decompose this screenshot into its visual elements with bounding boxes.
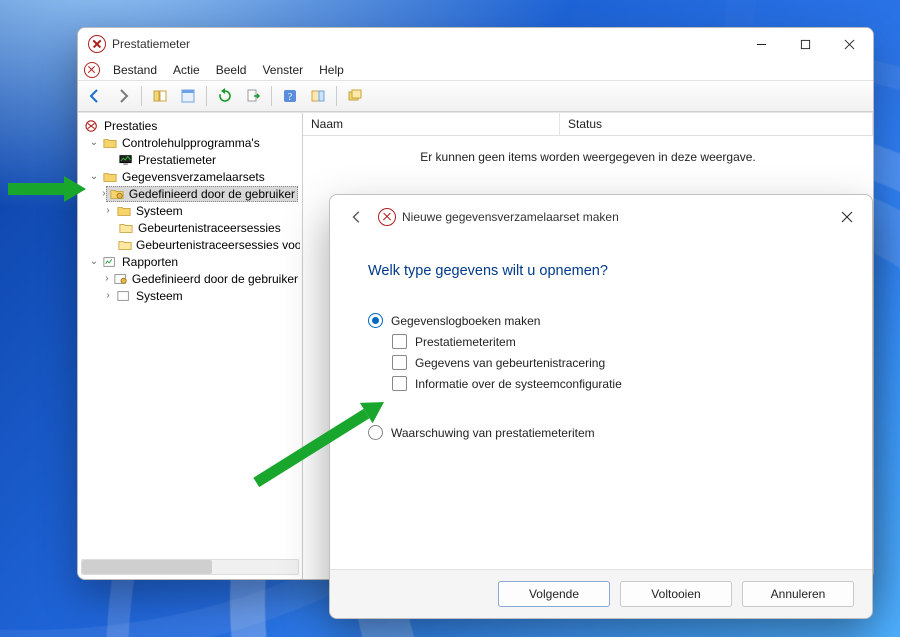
wizard-title: Nieuwe gegevensverzamelaarset maken: [402, 210, 619, 224]
checkbox-eventtrace[interactable]: Gegevens van gebeurtenistracering: [392, 355, 844, 370]
titlebar[interactable]: Prestatiemeter: [78, 28, 873, 60]
new-window-button[interactable]: [342, 84, 368, 108]
wizard-app-icon: [378, 208, 396, 226]
folder-user-icon: [109, 187, 125, 201]
folder-system-icon: [116, 204, 132, 218]
minimize-button[interactable]: [739, 29, 783, 59]
wizard-question: Welk type gegevens wilt u opnemen?: [368, 263, 844, 279]
list-header: Naam Status: [303, 113, 873, 136]
checkbox-icon: [392, 334, 407, 349]
app-icon: [88, 35, 106, 53]
chevron-right-icon[interactable]: ›: [102, 274, 112, 284]
reports-user-icon: [114, 272, 128, 286]
next-button[interactable]: Volgende: [498, 581, 610, 607]
folder-icon: [102, 170, 118, 184]
radio-datalogs[interactable]: Gegevenslogboeken maken: [368, 313, 844, 328]
nav-back-button[interactable]: [82, 84, 108, 108]
tree-reports[interactable]: Rapporten: [122, 255, 178, 269]
chevron-right-icon[interactable]: ›: [102, 291, 114, 301]
close-button[interactable]: [827, 29, 871, 59]
wizard-titlebar[interactable]: Nieuwe gegevensverzamelaarset maken: [330, 195, 872, 239]
wizard-close-button[interactable]: [828, 202, 866, 232]
list-empty-message: Er kunnen geen items worden weergegeven …: [303, 150, 873, 164]
tree-dcs[interactable]: Gegevensverzamelaarsets: [122, 170, 265, 184]
svg-text:?: ?: [288, 92, 293, 103]
radio-icon: [368, 425, 383, 440]
checkbox-icon: [392, 376, 407, 391]
wizard-body: Welk type gegevens wilt u opnemen? Gegev…: [330, 239, 872, 569]
chevron-right-icon[interactable]: ›: [102, 206, 114, 216]
checkbox-perfcounter[interactable]: Prestatiemeteritem: [392, 334, 844, 349]
column-status[interactable]: Status: [560, 113, 873, 135]
menu-window[interactable]: Venster: [255, 62, 310, 78]
nav-forward-button[interactable]: [110, 84, 136, 108]
chevron-down-icon[interactable]: ⌄: [88, 138, 100, 148]
tree-tools[interactable]: Controlehulpprogramma's: [122, 136, 260, 150]
window-title: Prestatiemeter: [112, 37, 190, 51]
horizontal-scrollbar[interactable]: [81, 559, 299, 575]
action-pane-button[interactable]: [305, 84, 331, 108]
wizard-back-button[interactable]: [344, 204, 370, 230]
radio-alert[interactable]: Waarschuwing van prestatiemeteritem: [368, 425, 844, 440]
toolbar: ?: [78, 81, 873, 112]
checkbox-perfcounter-label: Prestatiemeteritem: [415, 335, 516, 349]
tree-tools-perfmon[interactable]: Prestatiemeter: [138, 153, 216, 167]
tree[interactable]: Prestaties ⌄ Controlehulpprogramma's Pre…: [80, 115, 300, 577]
tree-dcs-user[interactable]: Gedefinieerd door de gebruiker: [129, 187, 295, 201]
tree-dcs-system[interactable]: Systeem: [136, 204, 183, 218]
trace-startup-icon: [118, 238, 132, 252]
tree-reports-user[interactable]: Gedefinieerd door de gebruiker: [132, 272, 298, 286]
perf-root-icon: [84, 119, 100, 133]
column-name[interactable]: Naam: [303, 113, 560, 135]
tree-reports-system[interactable]: Systeem: [136, 289, 183, 303]
menu-view[interactable]: Beeld: [209, 62, 254, 78]
cancel-button[interactable]: Annuleren: [742, 581, 854, 607]
wizard-dialog: Nieuwe gegevensverzamelaarset maken Welk…: [329, 194, 873, 619]
tree-pane[interactable]: Prestaties ⌄ Controlehulpprogramma's Pre…: [78, 113, 303, 579]
checkbox-icon: [392, 355, 407, 370]
app-menu-icon: [84, 62, 100, 78]
tree-selected-item[interactable]: Gedefinieerd door de gebruiker: [106, 186, 298, 202]
menubar: Bestand Actie Beeld Venster Help: [78, 60, 873, 81]
trace-icon: [118, 221, 134, 235]
folder-icon: [102, 136, 118, 150]
checkbox-sysconfig[interactable]: Informatie over de systeemconfiguratie: [392, 376, 844, 391]
show-hide-console-tree-button[interactable]: [147, 84, 173, 108]
scroll-thumb[interactable]: [82, 560, 212, 574]
finish-button[interactable]: Voltooien: [620, 581, 732, 607]
monitor-icon: [118, 153, 134, 167]
chevron-down-icon[interactable]: ⌄: [88, 172, 100, 182]
reports-icon: [102, 255, 118, 269]
radio-icon: [368, 313, 383, 328]
radio-alert-label: Waarschuwing van prestatiemeteritem: [391, 426, 595, 440]
tree-dcs-ets[interactable]: Gebeurtenistraceersessies: [138, 221, 281, 235]
menu-file[interactable]: Bestand: [106, 62, 164, 78]
wizard-footer: Volgende Voltooien Annuleren: [330, 569, 872, 618]
tree-root[interactable]: Prestaties: [104, 119, 157, 133]
maximize-button[interactable]: [783, 29, 827, 59]
menu-action[interactable]: Actie: [166, 62, 207, 78]
annotation-arrow-1: [8, 176, 86, 202]
radio-datalogs-label: Gegevenslogboeken maken: [391, 314, 540, 328]
refresh-button[interactable]: [212, 84, 238, 108]
reports-system-icon: [116, 289, 132, 303]
checkbox-sysconfig-label: Informatie over de systeemconfiguratie: [415, 377, 622, 391]
checkbox-eventtrace-label: Gegevens van gebeurtenistracering: [415, 356, 605, 370]
export-list-button[interactable]: [240, 84, 266, 108]
chevron-down-icon[interactable]: ⌄: [88, 257, 100, 267]
properties-button[interactable]: [175, 84, 201, 108]
help-button[interactable]: ?: [277, 84, 303, 108]
tree-dcs-sts[interactable]: Gebeurtenistraceersessies voor opstarten: [136, 238, 300, 252]
menu-help[interactable]: Help: [312, 62, 351, 78]
